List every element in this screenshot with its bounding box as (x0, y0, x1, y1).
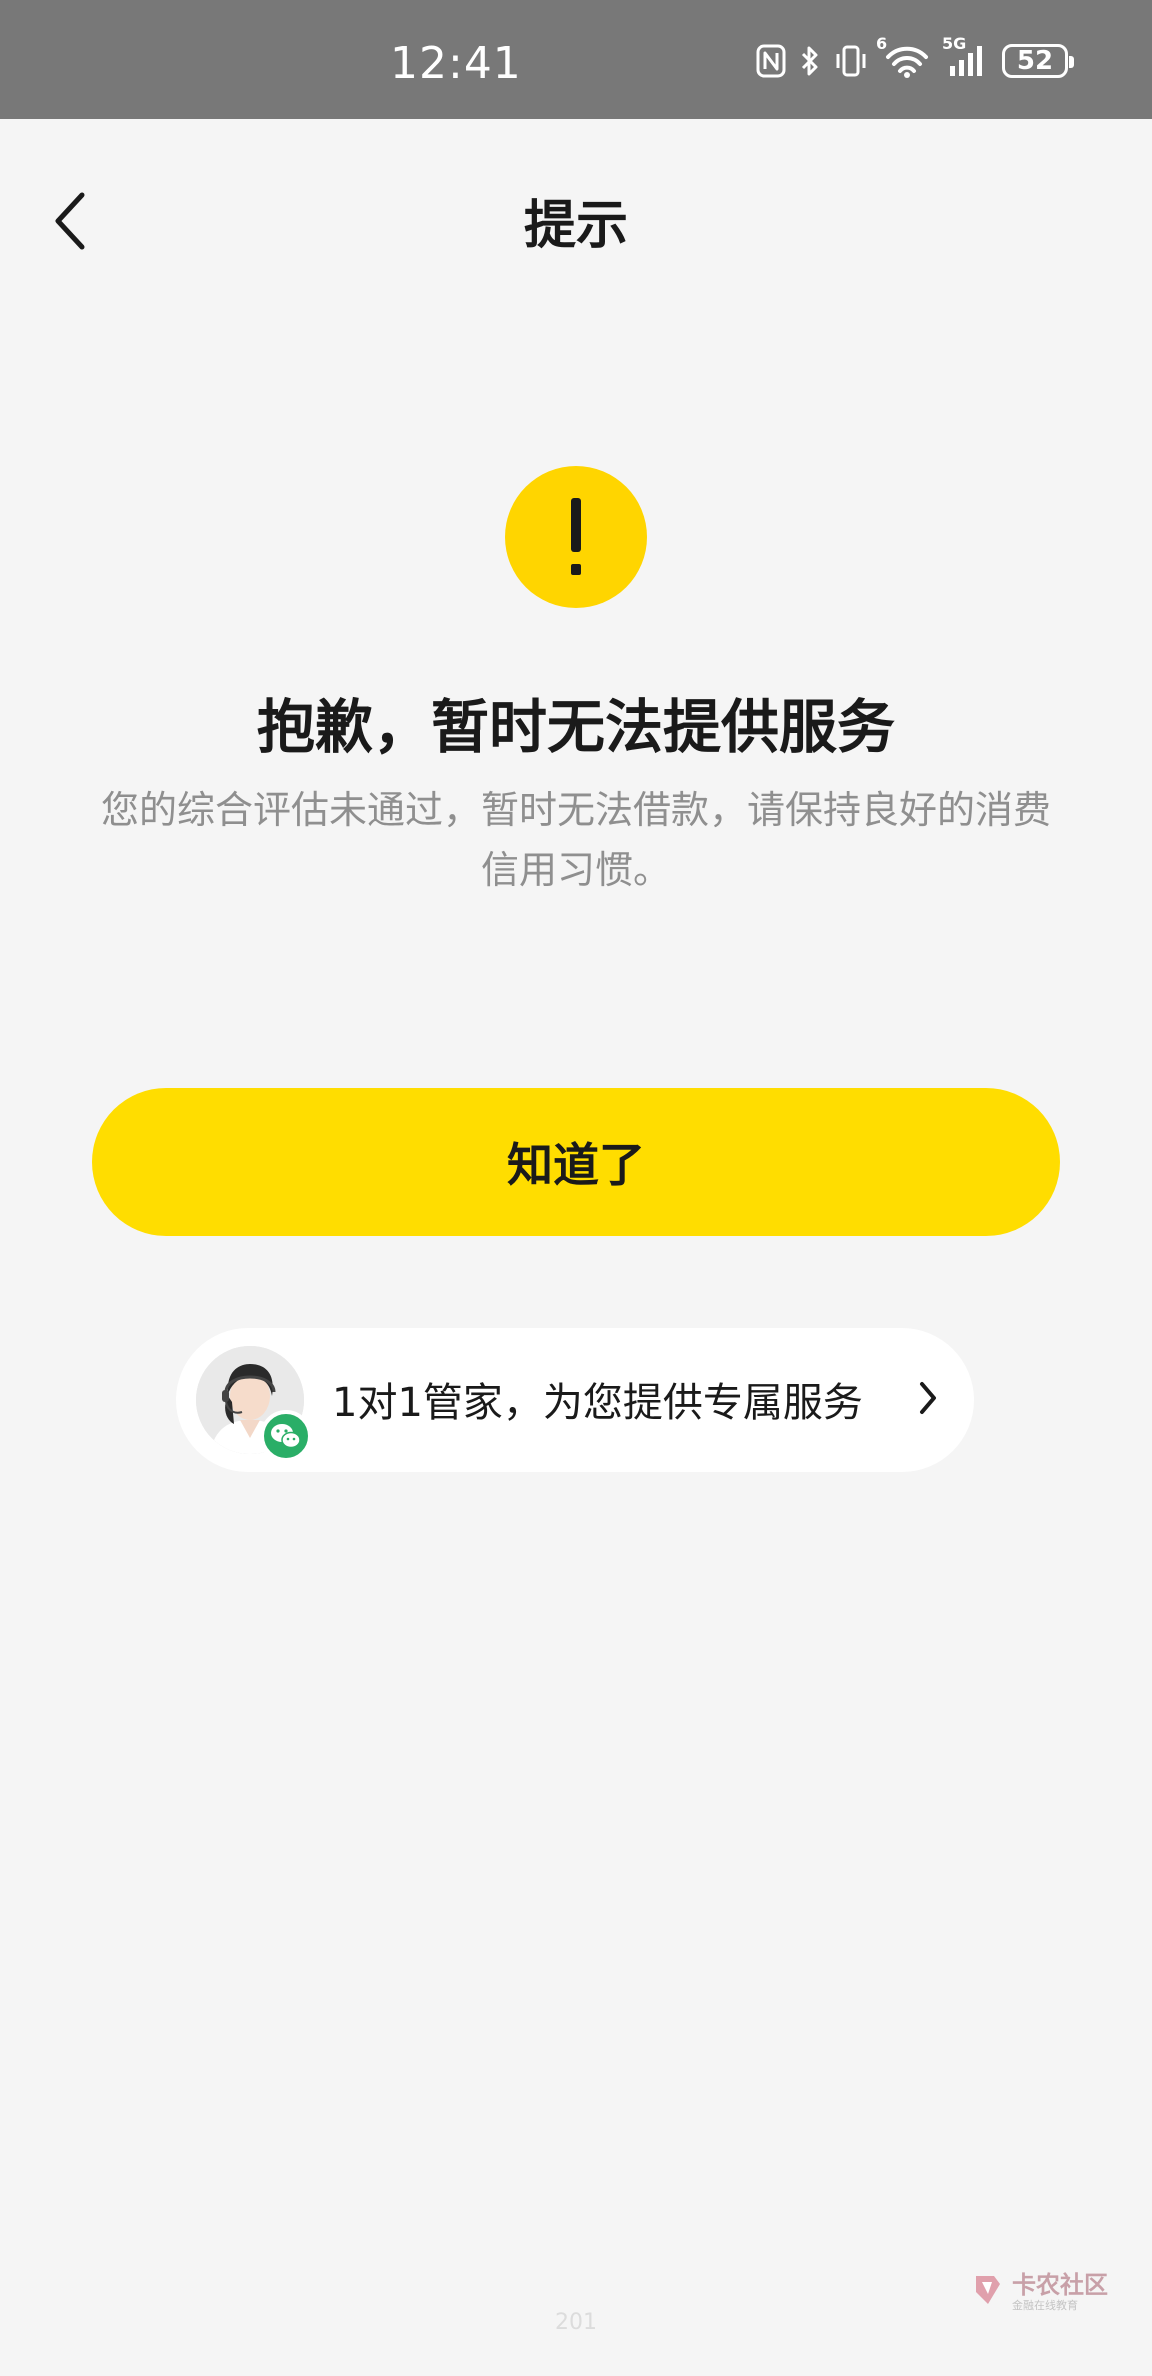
wechat-icon (260, 1410, 312, 1462)
wifi-generation-label: 6 (876, 34, 888, 53)
network-type-label: 5G (942, 34, 967, 53)
warning-badge (505, 466, 647, 608)
cellular-signal-icon: 5G (942, 34, 988, 78)
vibrate-icon (834, 44, 868, 78)
result-description: 您的综合评估未通过，暂时无法借款，请保持良好的消费信用习惯。 (100, 788, 1051, 892)
result-headline: 抱歉，暂时无法提供服务 (256, 693, 895, 761)
watermark: 卡农社区 金融在线教育 (970, 2272, 1108, 2312)
battery-icon: 52 (1002, 44, 1074, 78)
acknowledge-button[interactable]: 知道了 (92, 1088, 1060, 1236)
watermark-title: 卡农社区 (1012, 2271, 1108, 2299)
chevron-right-icon (916, 1378, 940, 1422)
status-bar: 12:41 6 5G 52 (0, 0, 1152, 119)
watermark-subtitle: 金融在线教育 (1012, 2299, 1078, 2312)
battery-level: 52 (1016, 46, 1054, 76)
butler-service-button[interactable]: 1对1管家，为您提供专属服务 (176, 1328, 974, 1472)
bluetooth-icon (800, 44, 820, 78)
page-title: 提示 (523, 196, 628, 256)
watermark-logo (970, 2272, 1006, 2312)
status-time: 12:41 (390, 38, 522, 89)
butler-service-label: 1对1管家，为您提供专属服务 (332, 1380, 863, 1426)
nfc-icon (756, 44, 786, 78)
footer-code: 201 (555, 2310, 597, 2335)
nav-bar: 提示 (0, 119, 1152, 309)
wifi-icon: 6 (876, 34, 932, 78)
status-icons: 6 5G 52 (756, 34, 1074, 78)
exclamation-icon (505, 466, 647, 608)
